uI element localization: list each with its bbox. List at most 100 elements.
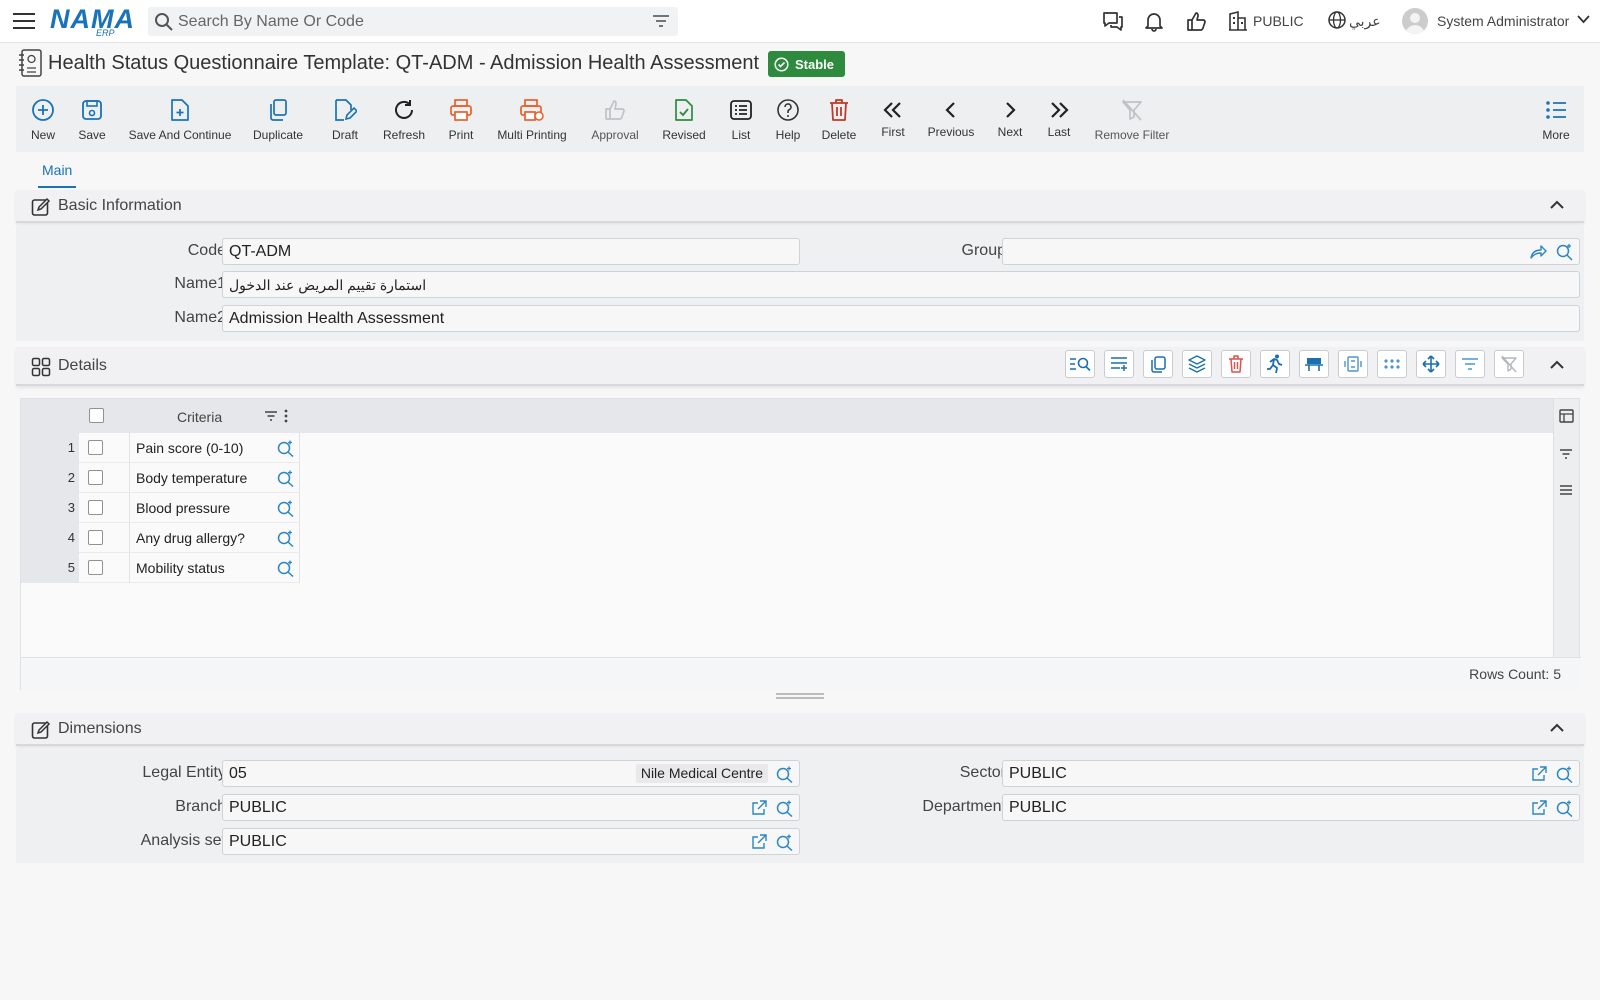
multi-printing-button[interactable]: Multi Printing: [496, 86, 568, 152]
search-plus-icon[interactable]: [277, 560, 294, 577]
analysis-set-field[interactable]: PUBLIC: [222, 828, 800, 855]
branch-field[interactable]: PUBLIC: [222, 794, 800, 821]
search-plus-icon[interactable]: [277, 500, 294, 517]
nama-logo[interactable]: NAMA ERP: [50, 5, 134, 38]
select-all-checkbox[interactable]: [89, 408, 104, 423]
details-header[interactable]: Details: [16, 347, 1584, 386]
dots-grid-button[interactable]: [1377, 350, 1407, 378]
row-checkbox[interactable]: [88, 500, 103, 515]
search-plus-icon[interactable]: [1556, 244, 1573, 261]
table-row[interactable]: 2 Body temperature: [21, 463, 301, 493]
row-checkbox[interactable]: [88, 560, 103, 575]
approval-button[interactable]: Approval: [590, 86, 640, 152]
external-link-icon[interactable]: [1531, 800, 1547, 816]
column-filter-icon[interactable]: [264, 410, 278, 422]
search-plus-icon[interactable]: [277, 530, 294, 547]
chevron-up-icon[interactable]: [1550, 200, 1564, 209]
row-checkbox[interactable]: [88, 470, 103, 485]
add-row-button[interactable]: [1104, 350, 1134, 378]
chevron-up-icon[interactable]: [1550, 360, 1564, 369]
side-filter-icon[interactable]: [1559, 448, 1573, 460]
legal-entity-field[interactable]: 05 Nile Medical Centre: [222, 760, 800, 787]
column-header-criteria[interactable]: Criteria: [177, 409, 222, 425]
delete-row-button[interactable]: [1221, 350, 1251, 378]
search-input[interactable]: [178, 11, 628, 32]
row-checkbox[interactable]: [88, 530, 103, 545]
basic-information-header[interactable]: Basic Information: [16, 190, 1584, 223]
table-row[interactable]: 1 Pain score (0-10): [21, 433, 301, 463]
filter-icon[interactable]: [652, 13, 670, 29]
next-button[interactable]: Next: [996, 86, 1024, 152]
revised-button[interactable]: Revised: [660, 86, 708, 152]
avatar[interactable]: [1402, 8, 1428, 34]
remove-filter-button[interactable]: Remove Filter: [1095, 86, 1169, 152]
fit-columns-button[interactable]: [1338, 350, 1368, 378]
draft-button[interactable]: Draft: [330, 86, 360, 152]
table-row[interactable]: 4 Any drug allergy?: [21, 523, 301, 553]
table-row[interactable]: 3 Blood pressure: [21, 493, 301, 523]
chevron-up-icon[interactable]: [1550, 723, 1564, 732]
copy-row-button[interactable]: [1143, 350, 1173, 378]
bell-icon[interactable]: [1143, 10, 1165, 32]
globe-icon[interactable]: [1327, 10, 1347, 30]
grid-search-button[interactable]: [1065, 350, 1095, 378]
layers-button[interactable]: [1182, 350, 1212, 378]
grid-remove-filter-button[interactable]: [1494, 350, 1524, 378]
chat-icon[interactable]: [1101, 10, 1125, 32]
search-plus-icon[interactable]: [277, 440, 294, 457]
grid-filter-button[interactable]: [1455, 350, 1485, 378]
search-plus-icon[interactable]: [776, 834, 793, 851]
insert-row-button[interactable]: [1299, 350, 1329, 378]
external-link-icon[interactable]: [751, 834, 767, 850]
group-field[interactable]: [1002, 238, 1580, 265]
criteria-cell[interactable]: Mobility status: [130, 553, 300, 583]
criteria-cell[interactable]: Blood pressure: [130, 493, 300, 523]
first-button[interactable]: First: [879, 86, 907, 152]
print-button[interactable]: Print: [446, 86, 476, 152]
previous-button[interactable]: Previous: [926, 86, 976, 152]
tab-main[interactable]: Main: [38, 162, 77, 188]
save-and-continue-button[interactable]: Save And Continue: [129, 86, 231, 152]
move-button[interactable]: [1416, 350, 1446, 378]
share-icon[interactable]: [1530, 244, 1547, 259]
external-link-icon[interactable]: [751, 800, 767, 816]
chevron-down-icon[interactable]: [1577, 15, 1590, 24]
more-button[interactable]: More: [1541, 86, 1571, 152]
building-icon[interactable]: [1228, 10, 1248, 32]
name1-field[interactable]: استمارة تقييم المريض عند الدخول: [222, 271, 1580, 298]
search-plus-icon[interactable]: [1556, 766, 1573, 783]
table-row[interactable]: 5 Mobility status: [21, 553, 301, 583]
search-plus-icon[interactable]: [776, 766, 793, 783]
sector-field[interactable]: PUBLIC: [1002, 760, 1580, 787]
last-button[interactable]: Last: [1046, 86, 1072, 152]
resize-handle[interactable]: [776, 693, 824, 699]
side-menu-icon[interactable]: [1559, 484, 1573, 496]
save-button[interactable]: Save: [77, 86, 107, 152]
language-switch[interactable]: عربي: [1349, 13, 1381, 30]
dimensions-header[interactable]: Dimensions: [16, 713, 1584, 746]
name2-field[interactable]: Admission Health Assessment: [222, 305, 1580, 332]
search-plus-icon[interactable]: [1556, 800, 1573, 817]
company-label[interactable]: PUBLIC: [1253, 13, 1304, 29]
code-field[interactable]: QT-ADM: [222, 238, 800, 265]
department-field[interactable]: PUBLIC: [1002, 794, 1580, 821]
duplicate-button[interactable]: Duplicate: [252, 86, 304, 152]
row-checkbox[interactable]: [88, 440, 103, 455]
delete-button[interactable]: Delete: [821, 86, 857, 152]
column-menu-icon[interactable]: [284, 409, 288, 423]
help-button[interactable]: Help: [774, 86, 802, 152]
search-plus-icon[interactable]: [776, 800, 793, 817]
list-button[interactable]: List: [728, 86, 754, 152]
criteria-cell[interactable]: Body temperature: [130, 463, 300, 493]
new-button[interactable]: New: [28, 86, 58, 152]
menu-icon[interactable]: [13, 11, 35, 31]
criteria-cell[interactable]: Pain score (0-10): [130, 433, 300, 463]
user-name[interactable]: System Administrator: [1437, 13, 1569, 29]
external-link-icon[interactable]: [1531, 766, 1547, 782]
run-button[interactable]: [1260, 350, 1290, 378]
refresh-button[interactable]: Refresh: [382, 86, 426, 152]
thumbs-up-icon[interactable]: [1185, 10, 1207, 32]
columns-table-icon[interactable]: [1559, 409, 1574, 423]
criteria-cell[interactable]: Any drug allergy?: [130, 523, 300, 553]
search-plus-icon[interactable]: [277, 470, 294, 487]
